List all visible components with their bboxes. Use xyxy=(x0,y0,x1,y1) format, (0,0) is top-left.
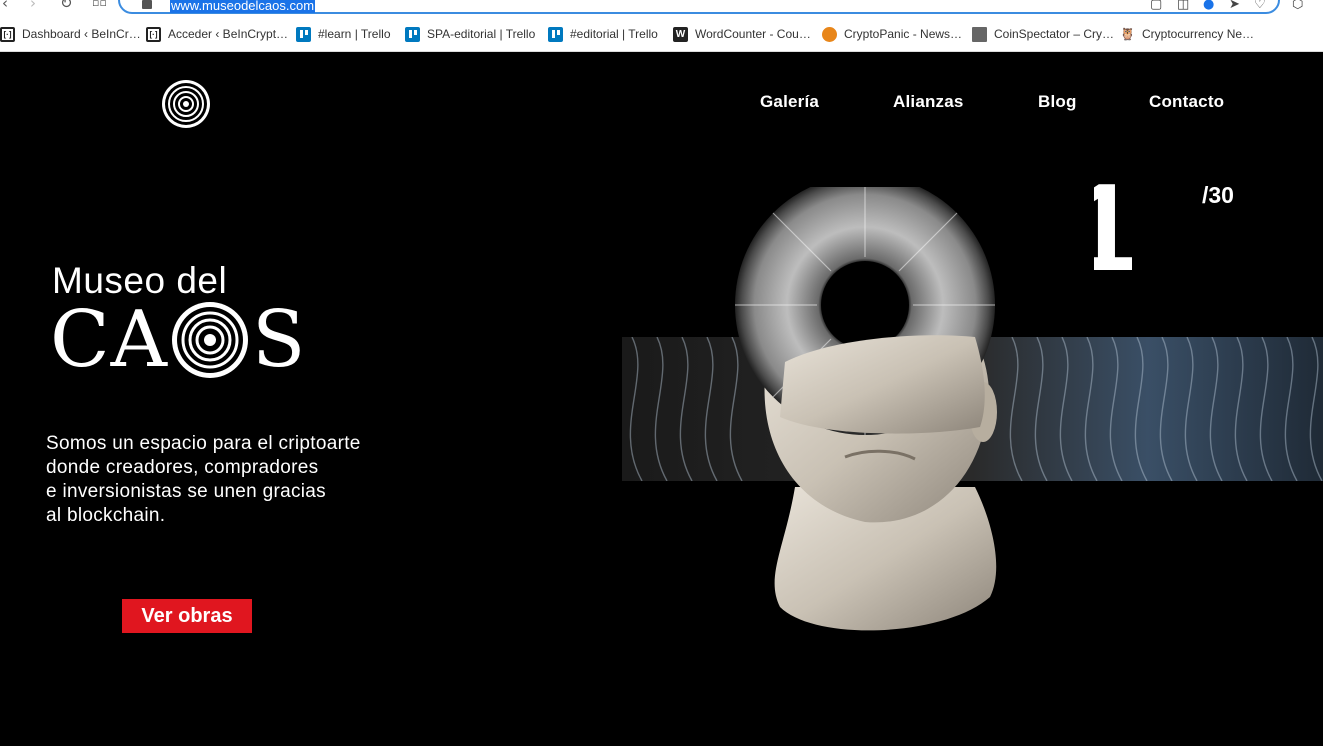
trello-icon xyxy=(296,26,311,42)
tagline-line: donde creadores, compradores xyxy=(46,457,319,478)
brand-line-caos: CA S xyxy=(50,300,306,380)
tagline-line: Somos un espacio para el criptoarte xyxy=(46,433,361,454)
camera-icon[interactable]: ◫ xyxy=(1177,0,1189,12)
trello-icon xyxy=(548,26,563,42)
bookmark-label: WordCounter - Cou… xyxy=(695,27,811,41)
nav-blog[interactable]: Blog xyxy=(1038,92,1077,112)
brand-caos-right: S xyxy=(252,295,307,385)
back-icon[interactable]: ‹ xyxy=(2,0,8,12)
bookmark-item[interactable]: #learn | Trello xyxy=(296,22,391,46)
bookmark-label: CryptoPanic - News… xyxy=(844,27,963,41)
cryptopanic-icon xyxy=(822,26,837,42)
spiral-o-icon xyxy=(172,302,249,378)
bookmark-label: Cryptocurrency Ne… xyxy=(1142,27,1255,41)
url-text[interactable]: www.museodelcaos.com xyxy=(170,0,316,13)
reload-icon[interactable]: ↻ xyxy=(60,0,73,12)
bookmark-item[interactable]: [·] Acceder ‹ BeInCrypt… xyxy=(146,22,288,46)
document-icon xyxy=(972,26,987,42)
reader-icon[interactable]: ▢ xyxy=(1150,0,1162,12)
nav-alianzas[interactable]: Alianzas xyxy=(893,92,964,112)
browser-chrome: ‹ › ↻ ▫▫ www.museodelcaos.com ▢ ◫ ● ➤ ♡ … xyxy=(0,0,1323,52)
heart-icon[interactable]: ♡ xyxy=(1254,0,1266,12)
bookmark-item[interactable]: CryptoPanic - News… xyxy=(822,22,962,46)
apps-icon[interactable]: ▫▫ xyxy=(92,0,107,12)
nav-galeria[interactable]: Galería xyxy=(760,92,819,112)
beincrypto-icon: [·] xyxy=(146,26,161,42)
owl-icon: 🦉 xyxy=(1120,26,1135,42)
bookmark-item[interactable]: [·] Dashboard ‹ BeInCr… xyxy=(0,22,141,46)
tagline-line: e inversionistas se unen gracias xyxy=(46,481,326,502)
bookmark-label: #editorial | Trello xyxy=(570,27,658,41)
nav-contacto[interactable]: Contacto xyxy=(1149,92,1224,112)
bookmarks-bar: [·] Dashboard ‹ BeInCr… [·] Acceder ‹ Be… xyxy=(0,22,1323,46)
bookmark-item[interactable]: W WordCounter - Cou… xyxy=(673,22,811,46)
address-row: ‹ › ↻ ▫▫ www.museodelcaos.com ▢ ◫ ● ➤ ♡ … xyxy=(0,0,1323,18)
send-icon[interactable]: ➤ xyxy=(1229,0,1240,12)
bookmark-item[interactable]: SPA-editorial | Trello xyxy=(405,22,535,46)
wordcounter-icon: W xyxy=(673,26,688,42)
box-icon[interactable]: ⬡ xyxy=(1292,0,1303,12)
bookmark-label: Dashboard ‹ BeInCr… xyxy=(22,27,141,41)
beincrypto-icon: [·] xyxy=(0,26,15,42)
address-bar[interactable]: www.museodelcaos.com xyxy=(118,0,1280,14)
slide-current-text: 01 xyxy=(1094,168,1132,288)
bookmark-item[interactable]: 🦉 Cryptocurrency Ne… xyxy=(1120,22,1254,46)
forward-icon[interactable]: › xyxy=(30,0,36,12)
lock-icon xyxy=(142,0,152,9)
spiral-logo-icon[interactable] xyxy=(161,79,211,129)
ver-obras-button[interactable]: Ver obras xyxy=(122,599,252,633)
slide-total: /30 xyxy=(1202,182,1234,208)
eye-bust-artwork-image xyxy=(735,187,997,631)
slide-current-number: 01 xyxy=(1094,168,1132,288)
bookmark-item[interactable]: #editorial | Trello xyxy=(548,22,658,46)
bookmark-label: SPA-editorial | Trello xyxy=(427,27,536,41)
bookmark-label: #learn | Trello xyxy=(318,27,391,41)
brand-caos-left: CA xyxy=(50,295,169,385)
shield-icon[interactable]: ● xyxy=(1203,0,1214,12)
website-viewport: Galería Alianzas Blog Contacto Museo del… xyxy=(0,52,1323,746)
bookmark-label: CoinSpectator – Cry… xyxy=(994,27,1115,41)
trello-icon xyxy=(405,26,420,42)
hero-tagline: Somos un espacio para el criptoarte dond… xyxy=(46,432,466,528)
bookmark-label: Acceder ‹ BeInCrypt… xyxy=(168,27,289,41)
tagline-line: al blockchain. xyxy=(46,505,166,526)
bookmark-item[interactable]: CoinSpectator – Cry… xyxy=(972,22,1114,46)
